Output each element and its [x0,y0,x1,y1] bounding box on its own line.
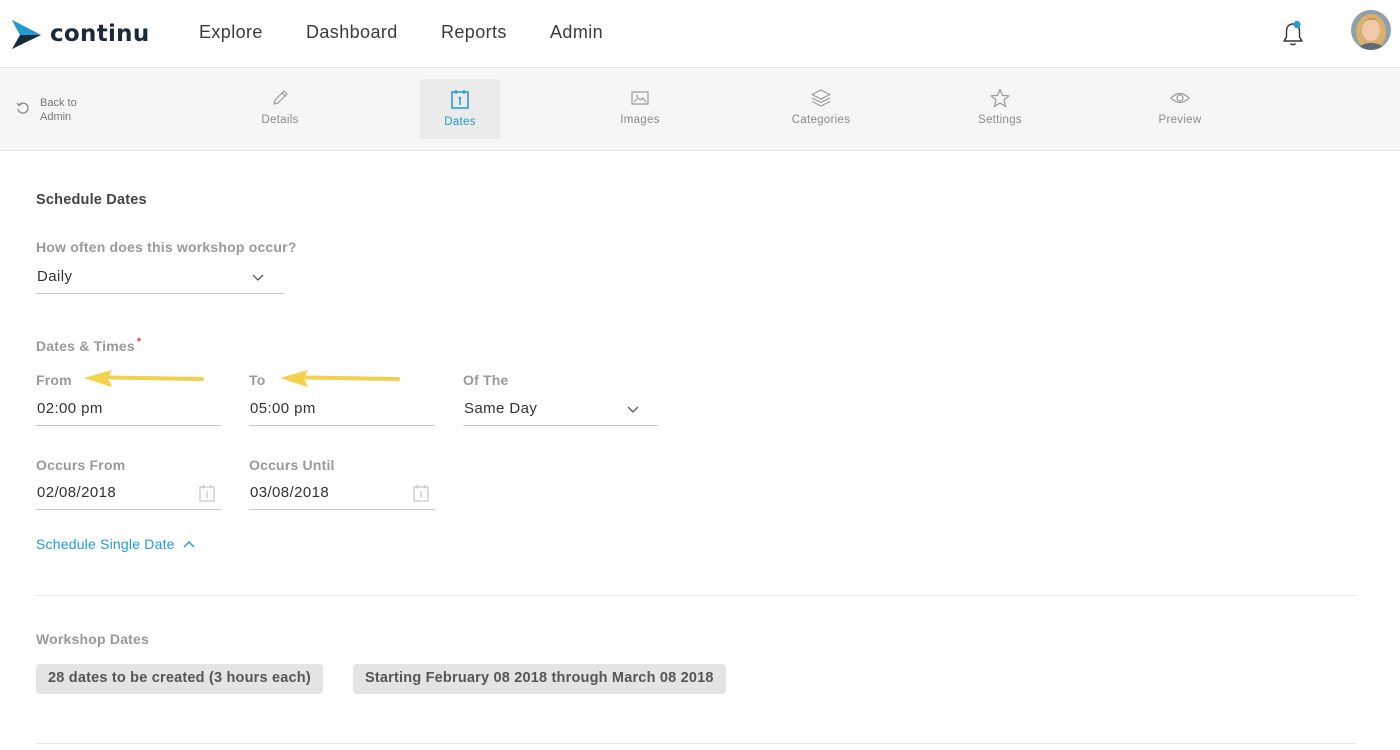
nav-dashboard[interactable]: Dashboard [306,22,398,43]
frequency-select[interactable]: Daily [36,262,284,294]
occurs-until-label: Occurs Until [249,457,335,473]
bell-icon[interactable] [1281,20,1305,48]
pencil-icon [273,90,288,105]
occurs-from-value: 02/08/2018 [37,484,117,501]
tab-images[interactable]: Images [600,79,680,139]
of-the-select[interactable]: Same Day [463,394,658,426]
section-divider [36,595,1356,596]
chevron-up-icon [183,541,195,548]
tab-settings[interactable]: Settings [960,79,1040,139]
to-time-input[interactable]: 05:00 pm [249,394,435,426]
occurs-from-date-input[interactable]: 02/08/2018 [36,478,221,510]
tab-categories[interactable]: Categories [781,79,861,139]
tab-preview-label: Preview [1158,114,1202,126]
chevron-down-icon [252,274,264,281]
calendar-icon[interactable] [413,484,429,502]
chevron-down-icon [627,406,639,413]
date-range-badge: Starting February 08 2018 through March … [353,664,726,694]
from-time-value: 02:00 pm [37,400,103,417]
calendar-icon[interactable] [199,484,215,502]
schedule-single-date-label: Schedule Single Date [36,536,175,552]
from-label: From [36,372,72,388]
of-the-value: Same Day [464,400,538,417]
frequency-value: Daily [37,268,73,285]
dates-times-label: Dates & Times * [36,336,142,354]
tab-dates[interactable]: Dates [420,79,500,139]
occurs-until-date-input[interactable]: 03/08/2018 [249,478,435,510]
layers-icon [811,89,831,107]
eye-icon [1170,92,1190,104]
brand-name: continu [50,21,150,47]
workshop-dates-title: Workshop Dates [36,631,150,647]
section-title: Schedule Dates [36,192,147,208]
calendar-icon [451,90,469,109]
nav-explore[interactable]: Explore [199,22,263,43]
editor-toolbar: Back to Admin Details Dates Images Categ… [0,69,1400,151]
schedule-single-date-link[interactable]: Schedule Single Date [36,536,195,552]
required-marker: * [136,336,142,348]
back-label-line1: Back to [40,97,77,109]
to-time-value: 05:00 pm [250,400,316,417]
tab-details-label: Details [261,114,299,126]
tab-preview[interactable]: Preview [1140,79,1220,139]
annotation-arrow [84,370,204,387]
to-label: To [249,372,266,388]
from-time-input[interactable]: 02:00 pm [36,394,221,426]
annotation-arrow [280,370,400,387]
logo-arrow-icon [12,20,41,49]
section-divider [36,743,1356,744]
continu-logo[interactable]: continu [10,18,150,50]
tab-details[interactable]: Details [240,79,320,139]
tab-dates-label: Dates [444,116,476,128]
of-the-label: Of The [463,372,509,388]
top-navbar: continu Explore Dashboard Reports Admin [0,0,1400,68]
undo-icon [16,102,29,114]
tab-images-label: Images [620,114,660,126]
nav-admin[interactable]: Admin [550,22,603,43]
tab-categories-label: Categories [791,114,851,126]
occurs-from-label: Occurs From [36,457,126,473]
image-icon [631,91,649,105]
tab-settings-label: Settings [978,114,1022,126]
dates-count-badge: 28 dates to be created (3 hours each) [36,664,323,694]
back-label-line2: Admin [40,111,72,123]
occurs-until-value: 03/08/2018 [250,484,330,501]
back-to-admin-button[interactable]: Back to Admin [16,96,90,124]
star-icon [990,88,1010,108]
nav-reports[interactable]: Reports [441,22,507,43]
notification-dot [1293,20,1301,29]
dates-times-text: Dates & Times [36,338,135,354]
user-avatar[interactable] [1351,10,1391,50]
frequency-label: How often does this workshop occur? [36,239,297,255]
